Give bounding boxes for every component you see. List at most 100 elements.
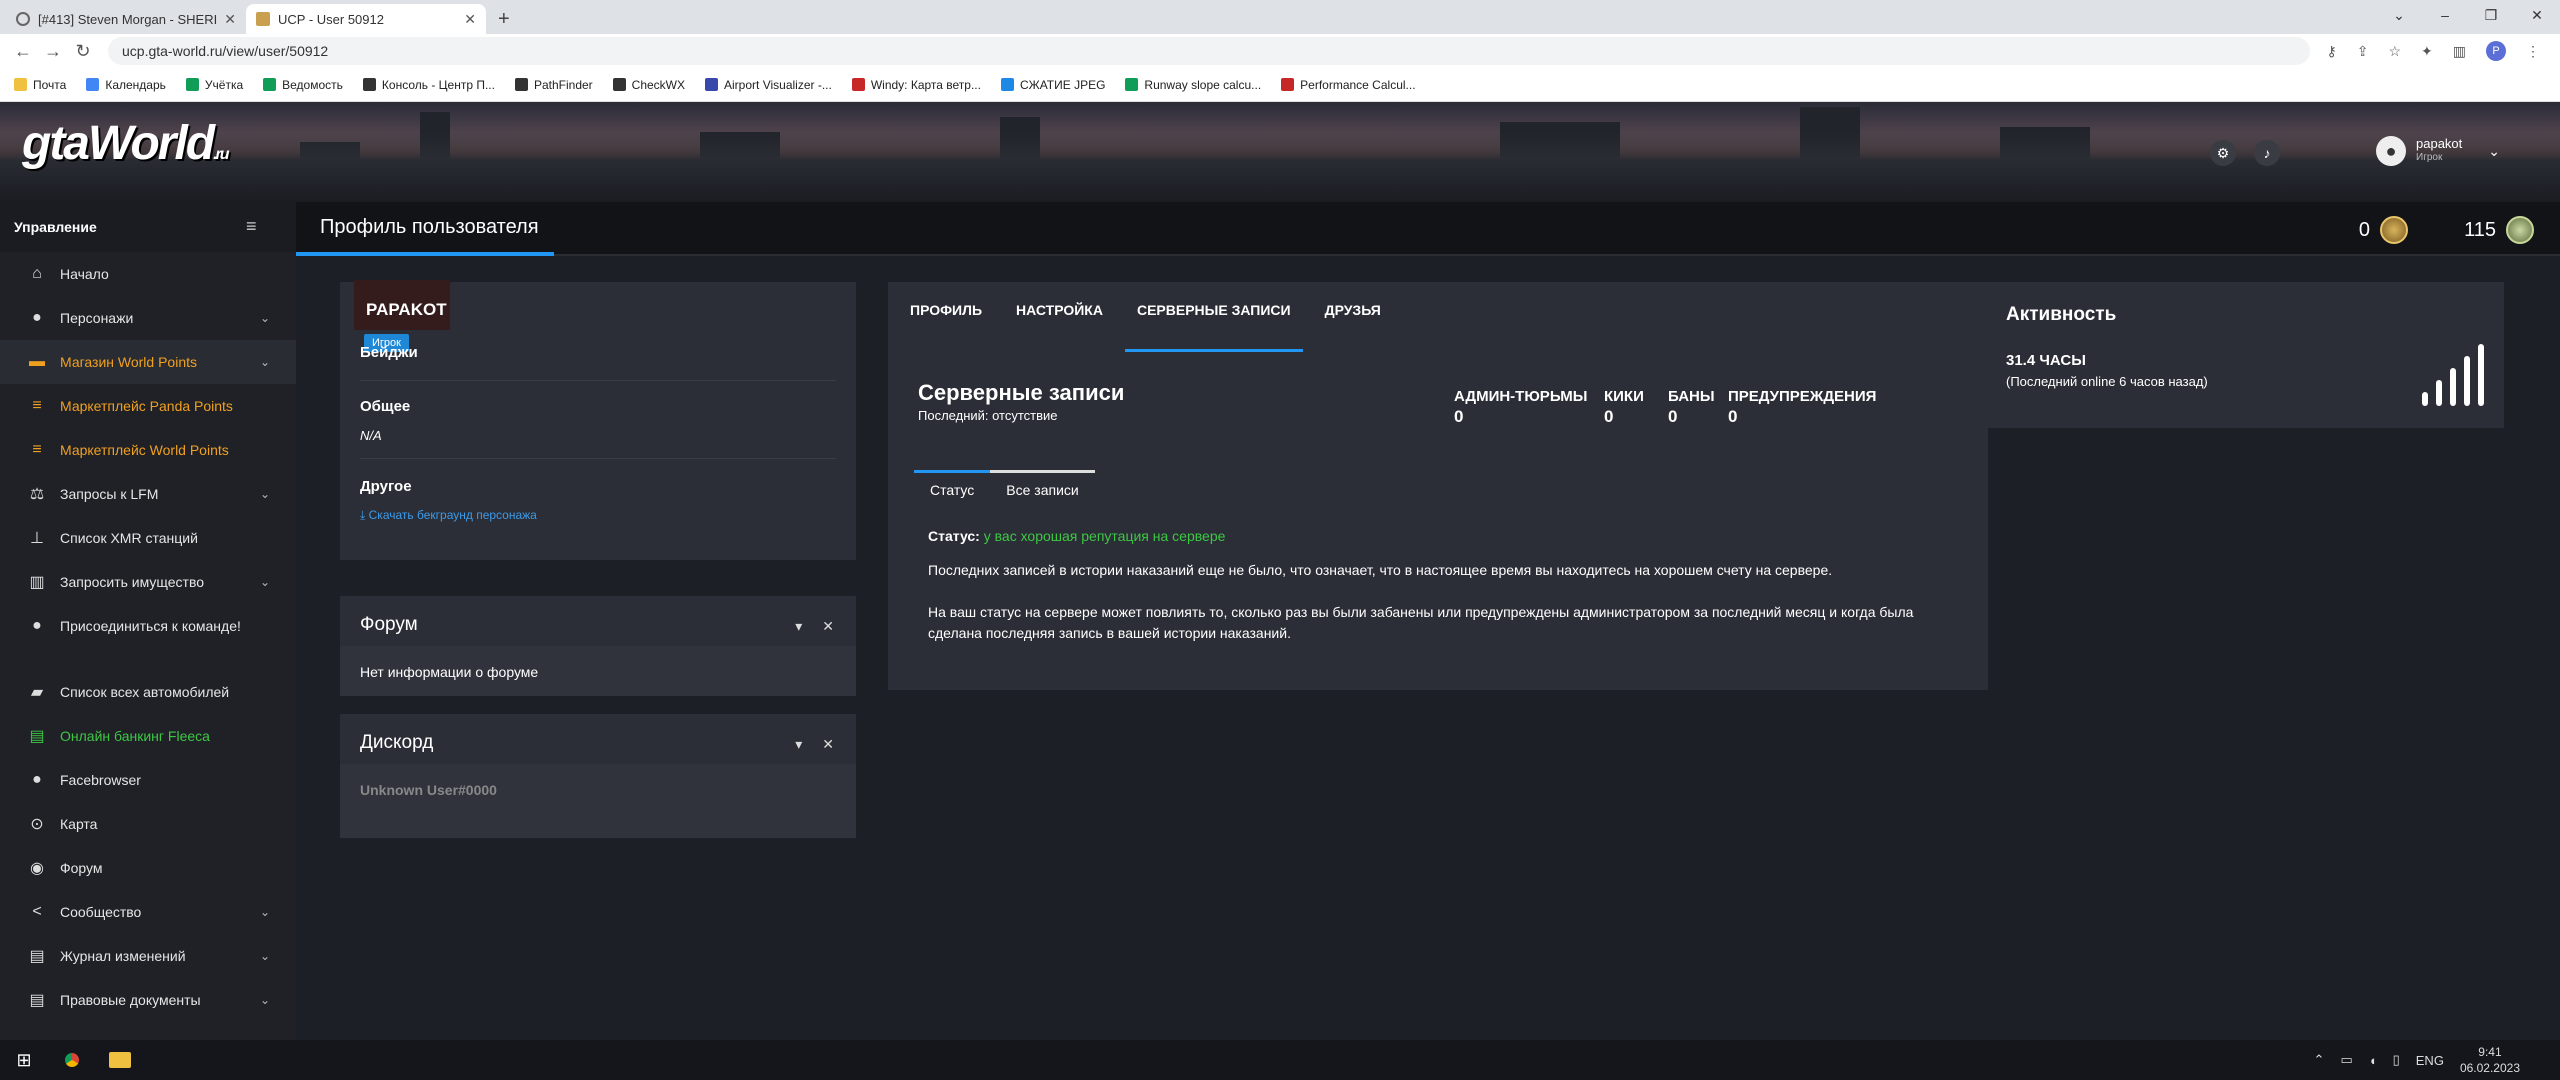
download-background-link[interactable]: ⤓ Скачать бекграунд персонажа: [360, 508, 537, 523]
sidebar-item[interactable]: ≡ Маркетплейс Panda Points: [0, 384, 296, 428]
profile-avatar[interactable]: P: [2486, 41, 2506, 61]
key-icon[interactable]: ⚷: [2326, 43, 2336, 60]
chevron-down-icon: ⌄: [259, 949, 270, 963]
bookmark-icon: [14, 78, 27, 91]
badges-label: Бейджи: [360, 344, 418, 361]
sidebar-item[interactable]: ▤ Журнал изменений ⌄: [0, 934, 296, 978]
discord-card: Дискорд ▾ ✕ Unknown User#0000: [340, 714, 856, 838]
url-field[interactable]: ucp.gta-world.ru/view/user/50912: [108, 37, 2311, 65]
subtab-all-records[interactable]: Все записи: [990, 470, 1096, 510]
close-tab-icon[interactable]: ✕: [224, 11, 236, 28]
extensions-icon[interactable]: ✦: [2421, 43, 2433, 60]
sidebar-item[interactable]: ◉ Форум: [0, 846, 296, 890]
subtab-status[interactable]: Статус: [914, 470, 991, 510]
server-records-card: ПРОФИЛЬ НАСТРОЙКА СЕРВЕРНЫЕ ЗАПИСИ ДРУЗЬ…: [888, 282, 1988, 690]
system-tray: ⌃ ▭ ◖ ▯ ENG 9:41 06.02.2023: [2314, 1044, 2520, 1076]
reload-icon[interactable]: ↻: [68, 41, 98, 62]
sidebar-icon: ▬: [29, 353, 45, 370]
chevron-down-icon: ⌄: [259, 487, 270, 501]
bookmark-item[interactable]: Почта: [14, 78, 66, 92]
bookmark-item[interactable]: Runway slope calcu...: [1125, 78, 1261, 92]
download-icon: ⤓: [360, 508, 369, 522]
settings-gear-icon[interactable]: ⚙: [2210, 140, 2236, 166]
forward-icon[interactable]: →: [38, 41, 68, 62]
site-favicon-icon: [16, 12, 30, 26]
activity-hours: 31.4 ЧАСЫ: [2006, 352, 2086, 369]
battery-icon[interactable]: ▯: [2393, 1052, 2400, 1068]
bookmark-item[interactable]: Performance Calcul...: [1281, 78, 1416, 92]
stat-warnings: ПРЕДУПРЕЖДЕНИЯ 0: [1728, 388, 1877, 426]
collapse-icon[interactable]: ▾: [795, 618, 802, 635]
bookmark-icon: [185, 78, 199, 91]
hamburger-menu-icon[interactable]: ≡: [246, 216, 257, 237]
tab-settings[interactable]: НАСТРОЙКА: [1004, 282, 1115, 352]
notification-bell-icon[interactable]: ♪: [2254, 140, 2280, 166]
explorer-taskbar-button[interactable]: [96, 1040, 144, 1080]
menu-dots-icon[interactable]: ⋮: [2526, 43, 2540, 60]
tab-profile[interactable]: ПРОФИЛЬ: [898, 282, 994, 352]
sidebar-item[interactable]: ▰ Список всех автомобилей: [0, 670, 296, 714]
sidebar-icon: ≡: [32, 397, 42, 414]
sidebar-item[interactable]: ⚖ Запросы к LFM ⌄: [0, 472, 296, 516]
browser-chrome: [#413] Steven Morgan - SHERIFF ✕ UCP - U…: [0, 0, 2560, 102]
sidebar-item[interactable]: ▤ Правовые документы ⌄: [0, 978, 296, 1022]
sidepanel-icon[interactable]: ▥: [2453, 43, 2466, 60]
sidebar-item-label: Запросить имущество: [60, 574, 205, 590]
sidebar-icon: ●: [32, 617, 42, 634]
sidebar-item[interactable]: ▤ Онлайн банкинг Fleeca: [0, 714, 296, 758]
gta-world-logo[interactable]: gtaWorld.ru: [22, 116, 230, 171]
close-tab-icon[interactable]: ✕: [464, 11, 476, 28]
minimize-button[interactable]: –: [2422, 0, 2468, 30]
records-paragraph-2: На ваш статус на сервере может повлиять …: [928, 604, 1914, 641]
clock[interactable]: 9:41 06.02.2023: [2460, 1044, 2520, 1076]
new-tab-button[interactable]: +: [486, 4, 522, 34]
tab-server-records[interactable]: СЕРВЕРНЫЕ ЗАПИСИ: [1124, 282, 1303, 352]
bookmark-item[interactable]: Календарь: [86, 78, 166, 92]
share-icon[interactable]: ⇪: [2357, 43, 2369, 60]
sidebar-item-label: Магазин World Points: [60, 354, 197, 370]
world-points-coin-icon: [2380, 216, 2408, 244]
sidebar-icon: ▤: [29, 948, 45, 965]
sidebar-item[interactable]: ⊙ Карта: [0, 802, 296, 846]
tray-chevron-icon[interactable]: ⌃: [2314, 1052, 2325, 1068]
sidebar-item[interactable]: ▥ Запросить имущество ⌄: [0, 560, 296, 604]
bookmark-item[interactable]: Windy: Карта ветр...: [851, 78, 981, 92]
chrome-taskbar-button[interactable]: [48, 1040, 96, 1080]
sidebar-item[interactable]: < Сообщество ⌄: [0, 890, 296, 934]
collapse-icon[interactable]: ▾: [795, 736, 802, 753]
bookmark-item[interactable]: Airport Visualizer -...: [705, 78, 832, 92]
tab-friends[interactable]: ДРУЗЬЯ: [1313, 282, 1393, 352]
back-icon[interactable]: ←: [8, 41, 38, 62]
star-icon[interactable]: ☆: [2388, 43, 2401, 60]
folder-icon: [109, 1052, 131, 1068]
sidebar-item[interactable]: ● Facebrowser: [0, 758, 296, 802]
volume-icon[interactable]: ◖: [2369, 1053, 2377, 1068]
bookmark-item[interactable]: Консоль - Центр П...: [362, 78, 495, 92]
bookmark-item[interactable]: PathFinder: [514, 78, 593, 92]
user-menu[interactable]: ● papakot Игрок ⌄: [2376, 136, 2500, 166]
network-icon[interactable]: ▭: [2340, 1052, 2352, 1068]
profile-tabs: ПРОФИЛЬ НАСТРОЙКА СЕРВЕРНЫЕ ЗАПИСИ ДРУЗЬ…: [888, 282, 1988, 352]
sidebar-item[interactable]: ≡ Маркетплейс World Points: [0, 428, 296, 472]
browser-tab-2[interactable]: UCP - User 50912 ✕: [246, 4, 486, 34]
sidebar-item[interactable]: ⌂ Начало: [0, 252, 296, 296]
bookmark-item[interactable]: CheckWX: [612, 78, 685, 92]
bookmark-item[interactable]: Учётка: [185, 78, 243, 92]
close-icon[interactable]: ✕: [822, 618, 834, 635]
bookmark-item[interactable]: СЖАТИЕ JPEG: [1000, 78, 1105, 92]
sidebar-item[interactable]: ● Персонажи ⌄: [0, 296, 296, 340]
sidebar-icon: ▤: [29, 728, 45, 745]
address-bar-row: ← → ↻ ucp.gta-world.ru/view/user/50912 ⚷…: [0, 34, 2560, 68]
close-window-button[interactable]: ✕: [2514, 0, 2560, 30]
general-value: N/A: [360, 428, 382, 443]
sidebar-item[interactable]: ⊥ Список XMR станций: [0, 516, 296, 560]
tab-search-icon[interactable]: ⌄: [2376, 0, 2422, 30]
language-indicator[interactable]: ENG: [2416, 1053, 2444, 1068]
sidebar-item[interactable]: ● Присоединиться к команде!: [0, 604, 296, 648]
bookmark-item[interactable]: Ведомость: [263, 78, 343, 92]
close-icon[interactable]: ✕: [822, 736, 834, 753]
windows-start-icon[interactable]: ⊞: [0, 1040, 48, 1080]
browser-tab-1[interactable]: [#413] Steven Morgan - SHERIFF ✕: [6, 4, 246, 34]
restore-button[interactable]: ❐: [2468, 0, 2514, 30]
sidebar-item[interactable]: ▬ Магазин World Points ⌄: [0, 340, 296, 384]
